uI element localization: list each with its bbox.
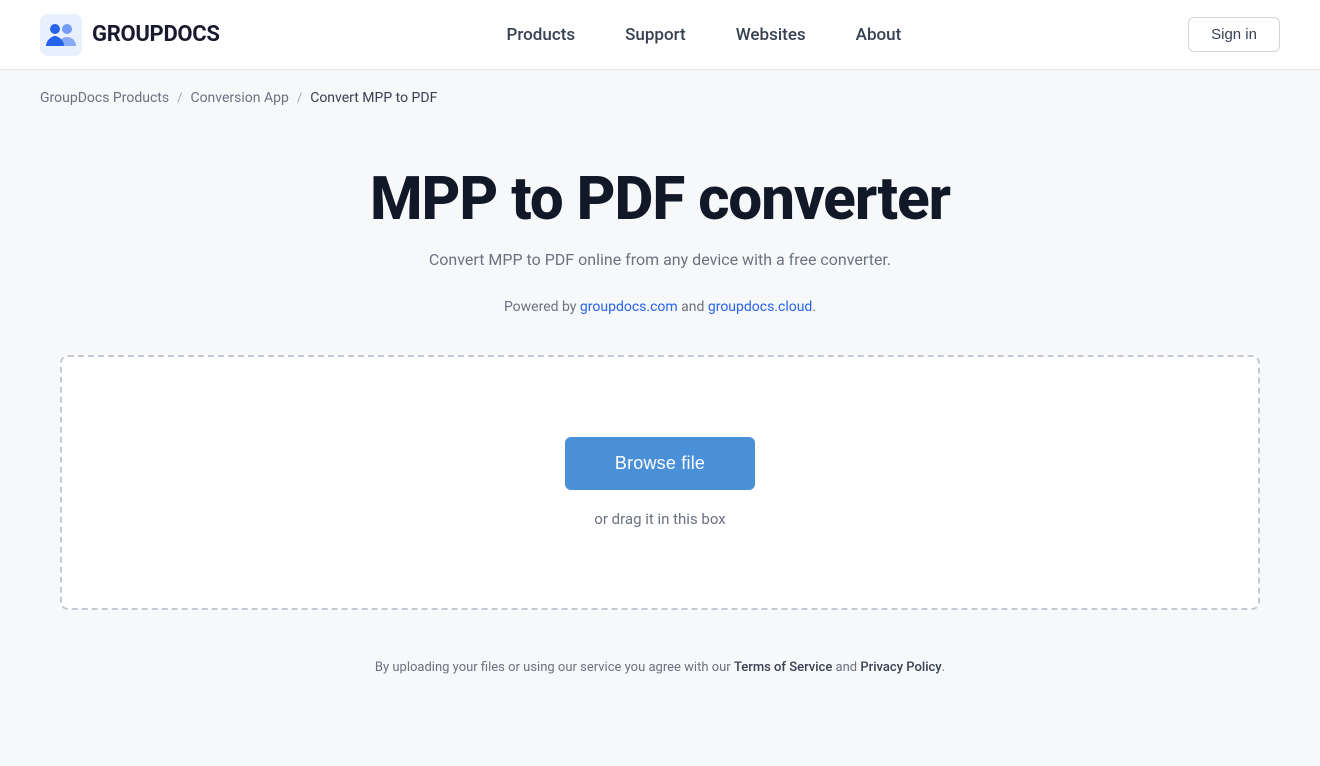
page-title: MPP to PDF converter (370, 166, 950, 232)
breadcrumb-current: Convert MPP to PDF (310, 90, 437, 106)
footer-suffix: . (942, 660, 945, 675)
logo-text: GROUPDOCS (92, 22, 220, 47)
logo[interactable]: GROUPDOCS (40, 14, 220, 56)
groupdocs-com-link[interactable]: groupdocs.com (580, 299, 678, 315)
nav-support[interactable]: Support (625, 25, 686, 45)
drag-drop-text: or drag it in this box (594, 510, 725, 528)
powered-by-middle: and (678, 299, 708, 315)
breadcrumb-groupdocs-products[interactable]: GroupDocs Products (40, 90, 169, 106)
breadcrumb-sep-1: / (177, 91, 182, 106)
groupdocs-cloud-link[interactable]: groupdocs.cloud (708, 299, 813, 315)
upload-dropzone[interactable]: Browse file or drag it in this box (60, 355, 1260, 610)
breadcrumb-conversion-app[interactable]: Conversion App (190, 90, 288, 106)
terms-of-service-link[interactable]: Terms of Service (734, 660, 832, 675)
main-nav: Products Support Websites About (507, 25, 902, 45)
privacy-policy-link[interactable]: Privacy Policy (860, 660, 941, 675)
nav-about[interactable]: About (856, 25, 902, 45)
footer-legal-text: By uploading your files or using our ser… (375, 660, 945, 675)
breadcrumb-sep-2: / (297, 91, 302, 106)
groupdocs-logo-icon (40, 14, 82, 56)
breadcrumb: GroupDocs Products / Conversion App / Co… (0, 70, 1320, 126)
nav-products[interactable]: Products (507, 25, 576, 45)
powered-by-prefix: Powered by (504, 299, 580, 315)
powered-by-suffix: . (812, 299, 816, 315)
sign-in-button[interactable]: Sign in (1188, 17, 1280, 52)
browse-file-button[interactable]: Browse file (565, 437, 755, 490)
footer-prefix: By uploading your files or using our ser… (375, 660, 734, 675)
main-content: MPP to PDF converter Convert MPP to PDF … (0, 126, 1320, 735)
page-subtitle: Convert MPP to PDF online from any devic… (429, 250, 891, 269)
nav-websites[interactable]: Websites (736, 25, 806, 45)
footer-middle: and (832, 660, 860, 675)
powered-by: Powered by groupdocs.com and groupdocs.c… (504, 299, 816, 315)
header: GROUPDOCS Products Support Websites Abou… (0, 0, 1320, 70)
